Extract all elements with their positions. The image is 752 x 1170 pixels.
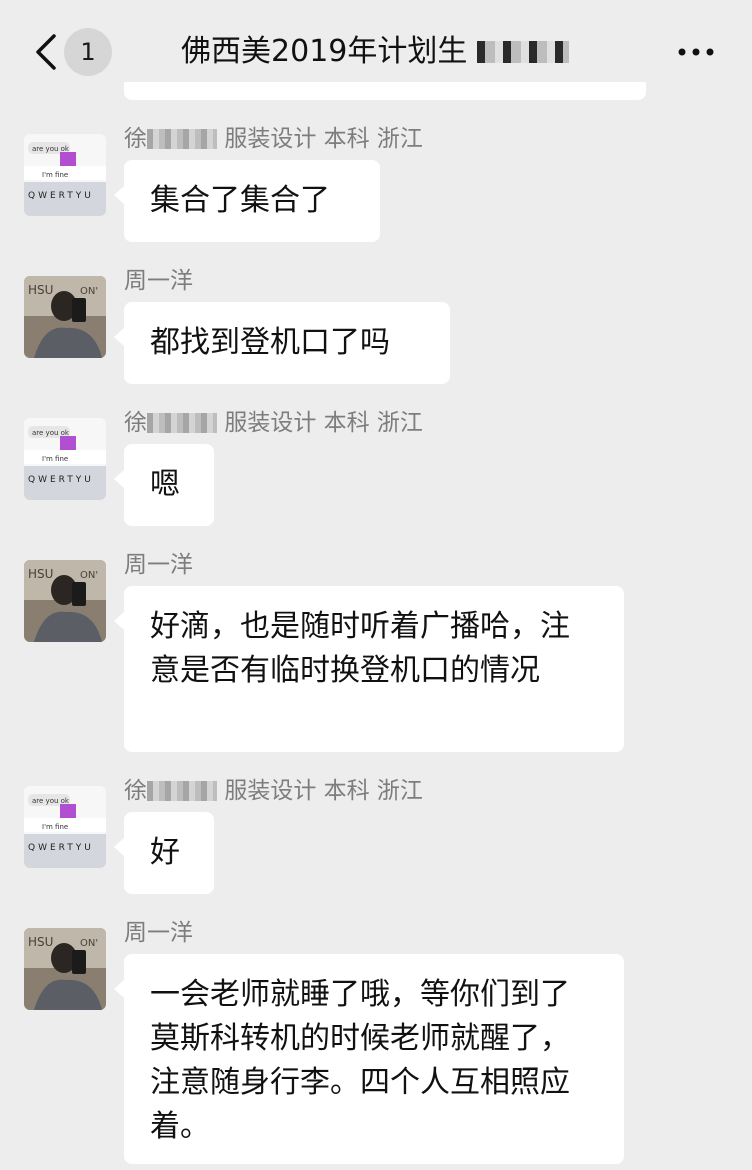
message-bubble[interactable]: 好滴，也是随时听着广播哈，注意是否有临时换登机口的情况 — [114, 586, 624, 752]
avatar-line2: I'm fine — [42, 171, 68, 179]
avatar-line1: are you ok — [32, 429, 70, 437]
sender-name-text: 徐 — [124, 778, 147, 804]
sender-name: 周一洋 — [124, 920, 193, 946]
svg-text:ON': ON' — [80, 938, 98, 949]
avatar-line2: I'm fine — [42, 823, 68, 831]
message-bubble[interactable]: 集合了集合了 — [114, 160, 380, 242]
avatar-line2: I'm fine — [42, 455, 68, 463]
chevron-left-icon[interactable] — [30, 30, 64, 74]
previous-message-bubble-edge — [124, 82, 646, 100]
mirror-selfie-avatar[interactable]: HSU ON' — [24, 276, 106, 358]
mirror-selfie-avatar[interactable]: HSU ON' — [24, 928, 106, 1010]
keyboard-chat-avatar[interactable]: are you ok I'm fine QWERTYU — [24, 786, 106, 868]
sender-tag: 服装设计 本科 浙江 — [224, 126, 423, 152]
svg-text:ON': ON' — [80, 570, 98, 581]
sender-name: 徐 服装设计 本科 浙江 — [124, 408, 423, 438]
mirror-selfie-avatar[interactable]: HSU ON' — [24, 560, 106, 642]
message-bubble[interactable]: 都找到登机口了吗 — [114, 302, 450, 384]
redacted-title-part — [476, 41, 569, 63]
message-bubble[interactable]: 一会老师就睡了哦，等你们到了莫斯科转机的时候老师就醒了，注意随身行李。四个人互相… — [114, 954, 624, 1164]
sender-tag: 服装设计 本科 浙江 — [224, 778, 423, 804]
sender-name: 周一洋 — [124, 552, 193, 578]
sender-name: 徐 服装设计 本科 浙江 — [124, 124, 423, 154]
sender-name: 周一洋 — [124, 268, 193, 294]
message-bubble[interactable]: 好 — [114, 812, 214, 894]
redacted-name — [147, 781, 217, 801]
avatar-keys: QWERTYU — [28, 843, 94, 853]
redacted-name — [147, 413, 217, 433]
sender-name-text: 徐 — [124, 126, 147, 152]
sender-name: 徐 服装设计 本科 浙江 — [124, 776, 423, 806]
redacted-name — [147, 129, 217, 149]
more-horizontal-icon[interactable] — [674, 30, 718, 74]
svg-text:ON': ON' — [80, 286, 98, 297]
avatar-keys: QWERTYU — [28, 191, 94, 201]
avatar-line1: are you ok — [32, 145, 70, 153]
keyboard-chat-avatar[interactable]: are you ok I'm fine QWERTYU — [24, 418, 106, 500]
chat-title: 佛西美2019年计划生 — [140, 28, 610, 76]
sender-name-text: 徐 — [124, 410, 147, 436]
svg-text:HSU: HSU — [28, 283, 53, 297]
keyboard-chat-avatar[interactable]: are you ok I'm fine QWERTYU — [24, 134, 106, 216]
sender-tag: 服装设计 本科 浙江 — [224, 410, 423, 436]
chat-title-text: 佛西美2019年计划生 — [181, 34, 468, 69]
avatar-keys: QWERTYU — [28, 475, 94, 485]
unread-count-badge[interactable]: 1 — [64, 28, 112, 76]
message-bubble[interactable]: 嗯 — [114, 444, 214, 526]
svg-text:HSU: HSU — [28, 567, 53, 581]
avatar-line1: are you ok — [32, 797, 70, 805]
svg-text:HSU: HSU — [28, 935, 53, 949]
